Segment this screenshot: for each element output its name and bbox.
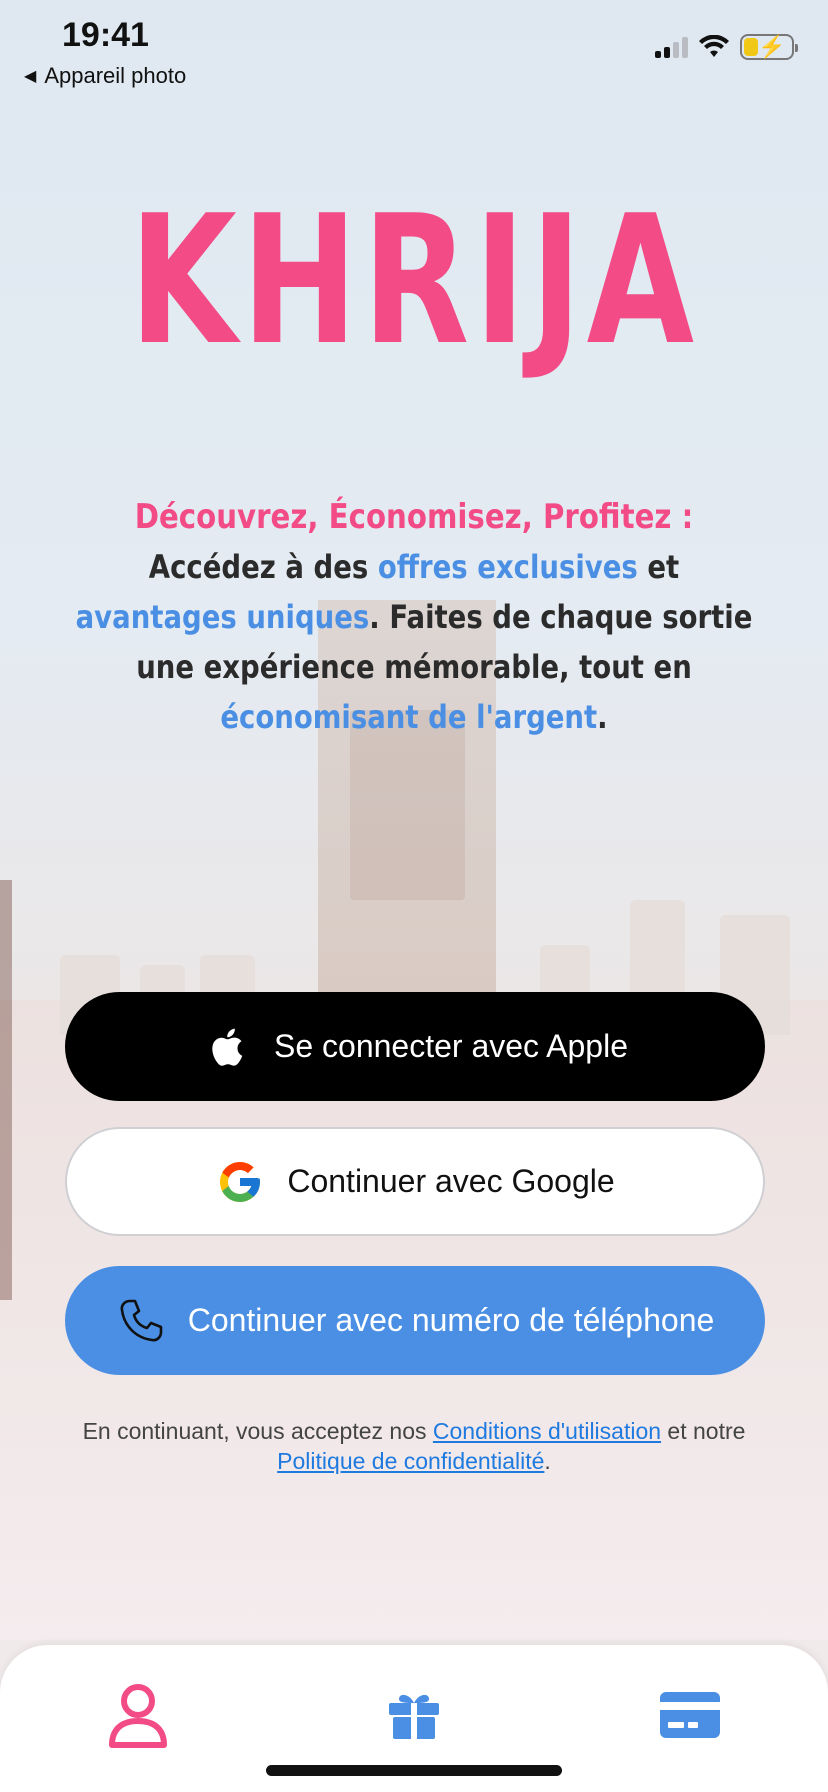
tab-gifts[interactable]	[374, 1675, 454, 1755]
apple-signin-button[interactable]: Se connecter avec Apple	[65, 992, 765, 1101]
status-icons: ⚡	[655, 34, 798, 60]
terms-text: et notre	[661, 1418, 746, 1444]
home-indicator[interactable]	[266, 1765, 562, 1776]
terms-text: .	[544, 1448, 551, 1474]
phone-signin-label: Continuer avec numéro de téléphone	[187, 1302, 715, 1338]
phone-icon	[116, 1296, 166, 1346]
charging-bolt-icon: ⚡	[758, 34, 786, 59]
google-signin-button[interactable]: Continuer avec Google	[65, 1127, 765, 1236]
back-to-app-link[interactable]: ◀ Appareil photo	[24, 63, 186, 89]
tagline-text: Accédez à des	[148, 548, 378, 586]
back-triangle-icon: ◀	[24, 68, 37, 85]
tagline-highlight: économisant de l'argent	[220, 698, 598, 736]
tagline: Découvrez, Économisez, Profitez : Accéde…	[60, 492, 768, 742]
left-edge-shadow	[0, 880, 12, 1300]
back-app-label: Appareil photo	[44, 63, 187, 88]
wifi-icon	[699, 35, 729, 57]
status-time: 19:41	[62, 16, 149, 54]
terms-of-use-link[interactable]: Conditions d'utilisation	[433, 1418, 661, 1444]
phone-signin-button[interactable]: Continuer avec numéro de téléphone	[65, 1266, 765, 1375]
tagline-body: Accédez à des offres exclusives et avant…	[67, 542, 762, 742]
apple-signin-label: Se connecter avec Apple	[273, 1028, 628, 1064]
terms-text: En continuant, vous acceptez nos	[82, 1418, 433, 1444]
tagline-headline: Découvrez, Économisez, Profitez :	[134, 497, 694, 537]
tagline-text: .	[597, 698, 608, 736]
tagline-highlight: offres exclusives	[377, 548, 638, 586]
app-logo: KHRIJA	[129, 177, 699, 384]
tagline-text: et	[637, 548, 680, 586]
credit-card-icon	[660, 1692, 720, 1738]
privacy-policy-link[interactable]: Politique de confidentialité	[277, 1448, 544, 1474]
tab-profile[interactable]	[98, 1675, 178, 1755]
apple-icon	[202, 1022, 252, 1072]
google-icon	[215, 1157, 265, 1207]
user-icon	[109, 1684, 167, 1748]
gift-icon	[389, 1694, 439, 1739]
tab-card[interactable]	[650, 1675, 730, 1755]
tagline-highlight: avantages uniques	[75, 598, 370, 636]
terms-notice: En continuant, vous acceptez nos Conditi…	[30, 1416, 798, 1476]
google-signin-label: Continuer avec Google	[287, 1163, 615, 1199]
battery-icon: ⚡	[740, 34, 798, 60]
cellular-signal-icon	[655, 36, 688, 58]
